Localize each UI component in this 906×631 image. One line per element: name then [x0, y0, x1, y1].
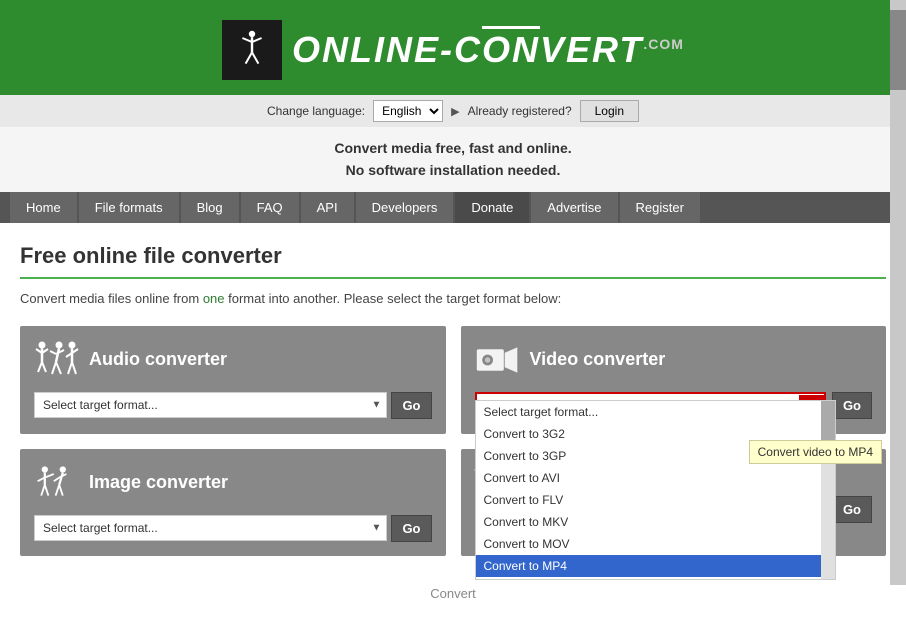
audio-converter-card: Audio converter Select target format... …	[20, 326, 446, 434]
video-converter-title: Video converter	[530, 349, 666, 370]
dropdown-item-mp4[interactable]: Convert to MP4	[476, 555, 822, 577]
image-select-wrap: Select target format... ▼	[34, 515, 387, 541]
image-icon	[34, 463, 79, 503]
nav-developers[interactable]: Developers	[356, 192, 454, 223]
dropdown-list: Select target format... Convert to 3G2 C…	[476, 401, 822, 579]
video-go-button[interactable]: Go	[832, 392, 872, 419]
main-nav: Home File formats Blog FAQ API Developer…	[0, 192, 906, 223]
dropdown-scrollbar[interactable]	[821, 401, 835, 579]
image-converter-row: Select target format... ▼ Go	[34, 515, 432, 542]
nav-home[interactable]: Home	[10, 192, 77, 223]
audio-converter-header: Audio converter	[34, 340, 432, 380]
nav-donate[interactable]: Donate	[455, 192, 529, 223]
audio-icon	[34, 340, 79, 380]
nav-faq[interactable]: FAQ	[241, 192, 299, 223]
page-title: Free online file converter	[20, 243, 886, 279]
image-converter-header: Image converter	[34, 463, 432, 503]
image-go-button[interactable]: Go	[391, 515, 431, 542]
dropdown-item-placeholder[interactable]: Select target format...	[476, 401, 822, 423]
description-text: Convert media files online from one form…	[20, 291, 886, 306]
nav-blog[interactable]: Blog	[181, 192, 239, 223]
already-registered-text: Already registered?	[468, 104, 572, 118]
video-icon	[475, 340, 520, 380]
lang-arrow: ▶	[451, 105, 459, 118]
language-bar: Change language: English ▶ Already regis…	[0, 95, 906, 127]
dropdown-item-mpeg1[interactable]: Convert to MPEG-1	[476, 577, 822, 579]
logo-icon	[222, 20, 282, 80]
language-select[interactable]: English	[373, 100, 443, 122]
tagline: Convert media free, fast and online. No …	[0, 127, 906, 192]
audio-go-button[interactable]: Go	[391, 392, 431, 419]
dropdown-item-mkv[interactable]: Convert to MKV	[476, 511, 822, 533]
nav-api[interactable]: API	[301, 192, 354, 223]
dropdown-item-mov[interactable]: Convert to MOV	[476, 533, 822, 555]
image-converter-title: Image converter	[89, 472, 228, 493]
login-button[interactable]: Login	[580, 100, 639, 122]
nav-file-formats[interactable]: File formats	[79, 192, 179, 223]
image-format-select[interactable]: Select target format...	[34, 515, 387, 541]
nav-register[interactable]: Register	[620, 192, 700, 223]
audio-converter-title: Audio converter	[89, 349, 227, 370]
dropdown-item-flv[interactable]: Convert to FLV	[476, 489, 822, 511]
fourth-go-button[interactable]: Go	[832, 496, 872, 523]
page-scrollbar[interactable]	[890, 0, 906, 585]
logo-text: ONLINE-CONVERT.COM	[292, 29, 684, 71]
lang-label: Change language:	[267, 104, 365, 118]
tooltip-mp4: Convert video to MP4	[749, 440, 882, 464]
video-converter-card: Video converter ▼ Go Select target forma…	[461, 326, 887, 434]
audio-format-select[interactable]: Select target format...	[34, 392, 387, 418]
main-content: Free online file converter Convert media…	[0, 223, 906, 631]
dropdown-item-avi[interactable]: Convert to AVI	[476, 467, 822, 489]
scrollbar-thumb	[890, 10, 906, 90]
video-converter-header: Video converter	[475, 340, 873, 380]
image-converter-card: Image converter Select target format... …	[20, 449, 446, 556]
nav-advertise[interactable]: Advertise	[531, 192, 617, 223]
audio-select-wrap: Select target format... ▼	[34, 392, 387, 418]
audio-converter-row: Select target format... ▼ Go	[34, 392, 432, 419]
video-format-dropdown: Select target format... Convert to 3G2 C…	[475, 400, 837, 580]
converters-grid: Audio converter Select target format... …	[20, 326, 886, 556]
